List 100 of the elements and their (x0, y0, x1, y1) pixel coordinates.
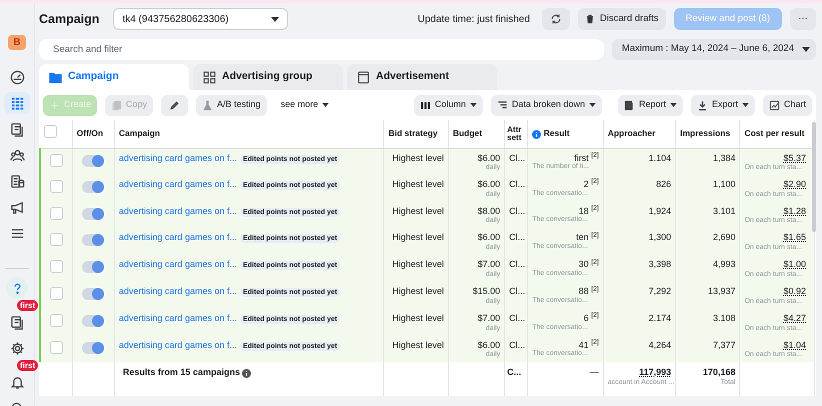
discard-button[interactable]: Discard drafts (578, 8, 666, 30)
column-header[interactable]: Budget (448, 120, 505, 148)
cell-value: $15.00 (472, 284, 500, 297)
toggle-switch[interactable] (82, 288, 104, 300)
table-cell: C... (504, 362, 528, 396)
column-header[interactable]: Off/On (72, 120, 114, 148)
campaign-link[interactable]: advertising card games on f... (118, 148, 237, 164)
more-button[interactable]: ··· (790, 8, 816, 30)
ab-testing-button[interactable]: A/B testing (196, 94, 267, 116)
cell-value: 1,300 (648, 231, 672, 244)
row-checkbox[interactable] (50, 233, 63, 246)
campaign-link[interactable]: advertising card games on f... (118, 202, 237, 216)
column-header[interactable]: Bid strategy (384, 120, 448, 148)
cell-value: Cl... (509, 178, 526, 190)
report-dropdown[interactable]: Report (618, 94, 683, 116)
select-all-checkbox[interactable] (44, 125, 57, 138)
cell-value: Highest level (392, 231, 444, 244)
trash-icon (584, 14, 595, 24)
cell-value: 117,993 (638, 368, 672, 378)
edit-button[interactable] (161, 94, 188, 116)
campaign-link[interactable]: advertising card games on f... (118, 336, 237, 350)
cell-value: first $^{[2]}$ (573, 151, 599, 162)
tab[interactable]: Advertising group (193, 64, 343, 90)
scrollbar[interactable] (812, 122, 816, 232)
column-header[interactable]: Attr sett (504, 120, 528, 148)
campaign-link[interactable]: advertising card games on f... (118, 174, 237, 190)
cell-value: Highest level (392, 338, 444, 350)
cell-value: Cl... (509, 284, 526, 297)
tab[interactable]: Campaign (39, 64, 189, 90)
account-dropdown[interactable]: tk4 (943756280623306) (113, 8, 288, 30)
campaign-link[interactable]: advertising card games on f... (118, 228, 237, 244)
row-checkbox[interactable] (50, 180, 63, 193)
tab[interactable]: Advertisement (347, 64, 497, 90)
chart-button[interactable]: Chart (762, 94, 812, 116)
row-checkbox[interactable] (50, 260, 63, 274)
toggle-switch[interactable] (82, 261, 104, 274)
cell-value: $1.65 (783, 231, 806, 244)
cell-value: $7.00 (478, 312, 500, 324)
column-dropdown[interactable]: Column (414, 94, 483, 116)
page-title: Campaign (39, 10, 100, 28)
column-header[interactable]: Approacher (603, 120, 676, 148)
grid-icon (10, 96, 24, 110)
row-checkbox[interactable] (50, 314, 63, 327)
campaign-link[interactable]: advertising card games on f... (118, 282, 237, 297)
people-icon (10, 148, 24, 162)
caret-icon (322, 103, 330, 107)
toggle-switch[interactable] (82, 208, 104, 220)
cell-value: $8.00 (478, 204, 500, 216)
cell-value: 18 $^{[2]}$ (578, 204, 599, 216)
sidebar-item[interactable] (6, 277, 28, 299)
caret-icon (742, 103, 749, 107)
report-icon (624, 100, 635, 110)
cell-value: ten $^{[2]}$ (575, 231, 599, 242)
cell-value: Cl... (509, 258, 526, 270)
cell-value: Cl... (509, 152, 526, 164)
sidebar-item[interactable] (4, 92, 30, 114)
campaign-link[interactable]: advertising card games on f... (118, 255, 237, 270)
info-icon[interactable] (242, 368, 252, 378)
cell-value: $1.00 (783, 258, 806, 270)
cell-value: Highest level (392, 204, 444, 216)
cell-value: 4,993 (712, 258, 736, 270)
copy-icon (111, 100, 122, 110)
cell-value: 30 $^{[2]}$ (578, 258, 599, 270)
refresh-button[interactable] (542, 8, 570, 30)
gauge-icon (10, 70, 24, 84)
cell-value: Highest level (392, 312, 444, 324)
column-header[interactable]: Campaign (114, 120, 384, 148)
cell-value: $2.90 (783, 178, 806, 190)
row-checkbox[interactable] (50, 154, 63, 166)
refresh-icon (550, 13, 562, 25)
column-header[interactable]: Result (528, 120, 604, 148)
toggle-switch[interactable] (82, 154, 104, 166)
cell-value: $6.00 (478, 231, 500, 244)
campaign-link[interactable]: advertising card games on f... (118, 308, 237, 324)
cell-value: 41 $^{[2]}$ (578, 338, 599, 350)
coins-icon (10, 174, 24, 188)
row-checkbox[interactable] (50, 286, 63, 300)
cell-value: 2,690 (712, 231, 736, 244)
row-checkbox[interactable] (50, 340, 63, 354)
caret-icon (588, 103, 596, 107)
cell-value: Cl... (509, 312, 526, 324)
caret-icon (271, 16, 280, 22)
row-checkbox[interactable] (50, 206, 63, 220)
toggle-switch[interactable] (82, 314, 104, 327)
settings-icon (10, 340, 24, 356)
search-field[interactable]: Search and filter (39, 39, 604, 60)
cell-value: 3,398 (648, 258, 672, 270)
see-more-dropdown[interactable]: see more (274, 94, 336, 116)
toggle-switch[interactable] (82, 342, 104, 354)
cell-value: Highest level (392, 152, 444, 164)
notification-badge: first (17, 300, 38, 311)
plus-icon (49, 100, 60, 110)
column-header[interactable]: Impressions (676, 120, 740, 148)
toggle-switch[interactable] (82, 180, 104, 193)
breakdown-dropdown[interactable]: Data broken down (490, 94, 602, 116)
cell-value: 4,264 (648, 338, 672, 350)
export-dropdown[interactable]: Export (690, 94, 755, 116)
toggle-switch[interactable] (82, 234, 104, 246)
cell-value: $6.00 (478, 178, 500, 190)
date-range-dropdown[interactable]: Maximum : May 14, 2024 – June 6, 2024 (612, 39, 816, 60)
